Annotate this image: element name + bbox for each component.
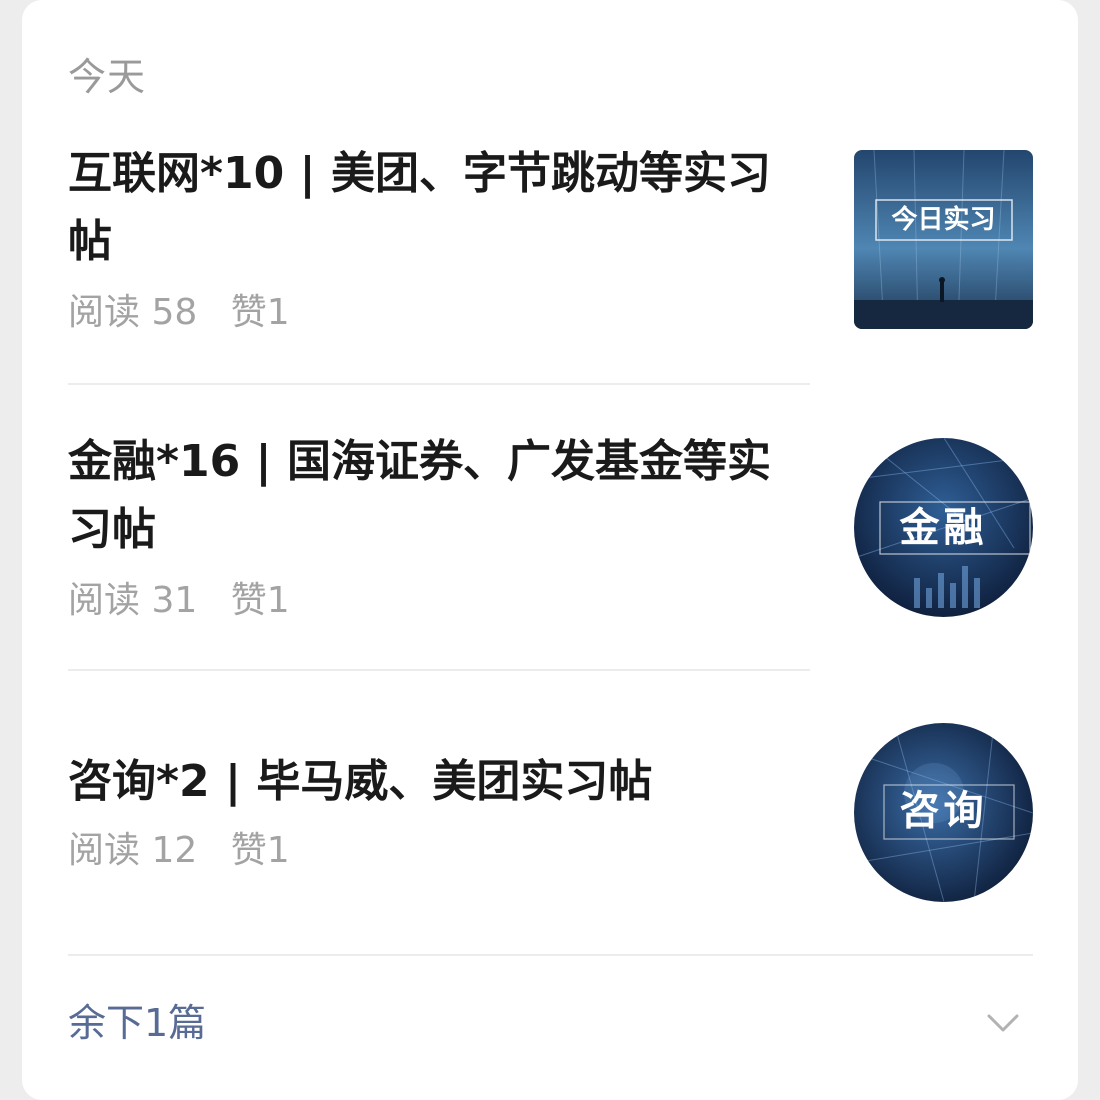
read-count: 31 xyxy=(151,580,198,621)
read-count-label: 阅读 xyxy=(68,292,141,333)
read-count-label: 阅读 xyxy=(68,580,141,621)
thumbnail-caption: 咨询 xyxy=(899,788,988,834)
like-count: 1 xyxy=(266,830,290,871)
article-title[interactable]: 金融*16 | 国海证券、广发基金等实习帖 xyxy=(68,428,798,564)
article-divider xyxy=(68,383,810,385)
like-count-label: 赞 xyxy=(230,580,267,621)
like-count-label: 赞 xyxy=(230,292,267,333)
article-stats: 阅读 31 赞1 xyxy=(68,578,290,624)
date-section-label: 今天 xyxy=(68,55,147,99)
thumbnail-caption: 金融 xyxy=(899,505,988,551)
read-count: 58 xyxy=(151,292,198,333)
article-title[interactable]: 咨询*2 | 毕马威、美团实习帖 xyxy=(68,748,798,816)
article-stats: 阅读 58 赞1 xyxy=(68,290,290,336)
article-item-consulting[interactable]: 咨询*2 | 毕马威、美团实习帖 阅读 12 赞1 咨询 xyxy=(68,723,1033,918)
article-title[interactable]: 互联网*10 | 美团、字节跳动等实习帖 xyxy=(68,140,798,276)
remaining-articles-link[interactable]: 余下1篇 xyxy=(68,998,206,1048)
read-count: 12 xyxy=(151,830,198,871)
article-thumbnail[interactable]: 今日实习 xyxy=(854,150,1033,329)
article-thumbnail[interactable]: 金融 xyxy=(854,438,1033,617)
read-count-label: 阅读 xyxy=(68,830,141,871)
article-item-finance[interactable]: 金融*16 | 国海证券、广发基金等实习帖 阅读 31 赞1 金融 xyxy=(68,428,1033,628)
article-item-internet[interactable]: 互联网*10 | 美团、字节跳动等实习帖 阅读 58 赞1 今日实习 xyxy=(68,138,1033,338)
chevron-down-icon[interactable] xyxy=(986,1008,1020,1038)
article-stats: 阅读 12 赞1 xyxy=(68,828,290,874)
like-count-label: 赞 xyxy=(230,830,267,871)
article-divider xyxy=(68,669,810,671)
thumbnail-caption: 今日实习 xyxy=(891,205,996,235)
list-divider xyxy=(68,954,1033,956)
like-count: 1 xyxy=(266,292,290,333)
like-count: 1 xyxy=(266,580,290,621)
article-list-card: 今天 互联网*10 | 美团、字节跳动等实习帖 阅读 58 赞1 今日实习 金融… xyxy=(22,0,1078,1100)
internship-cover-image xyxy=(854,150,1033,329)
article-thumbnail[interactable]: 咨询 xyxy=(854,723,1033,902)
